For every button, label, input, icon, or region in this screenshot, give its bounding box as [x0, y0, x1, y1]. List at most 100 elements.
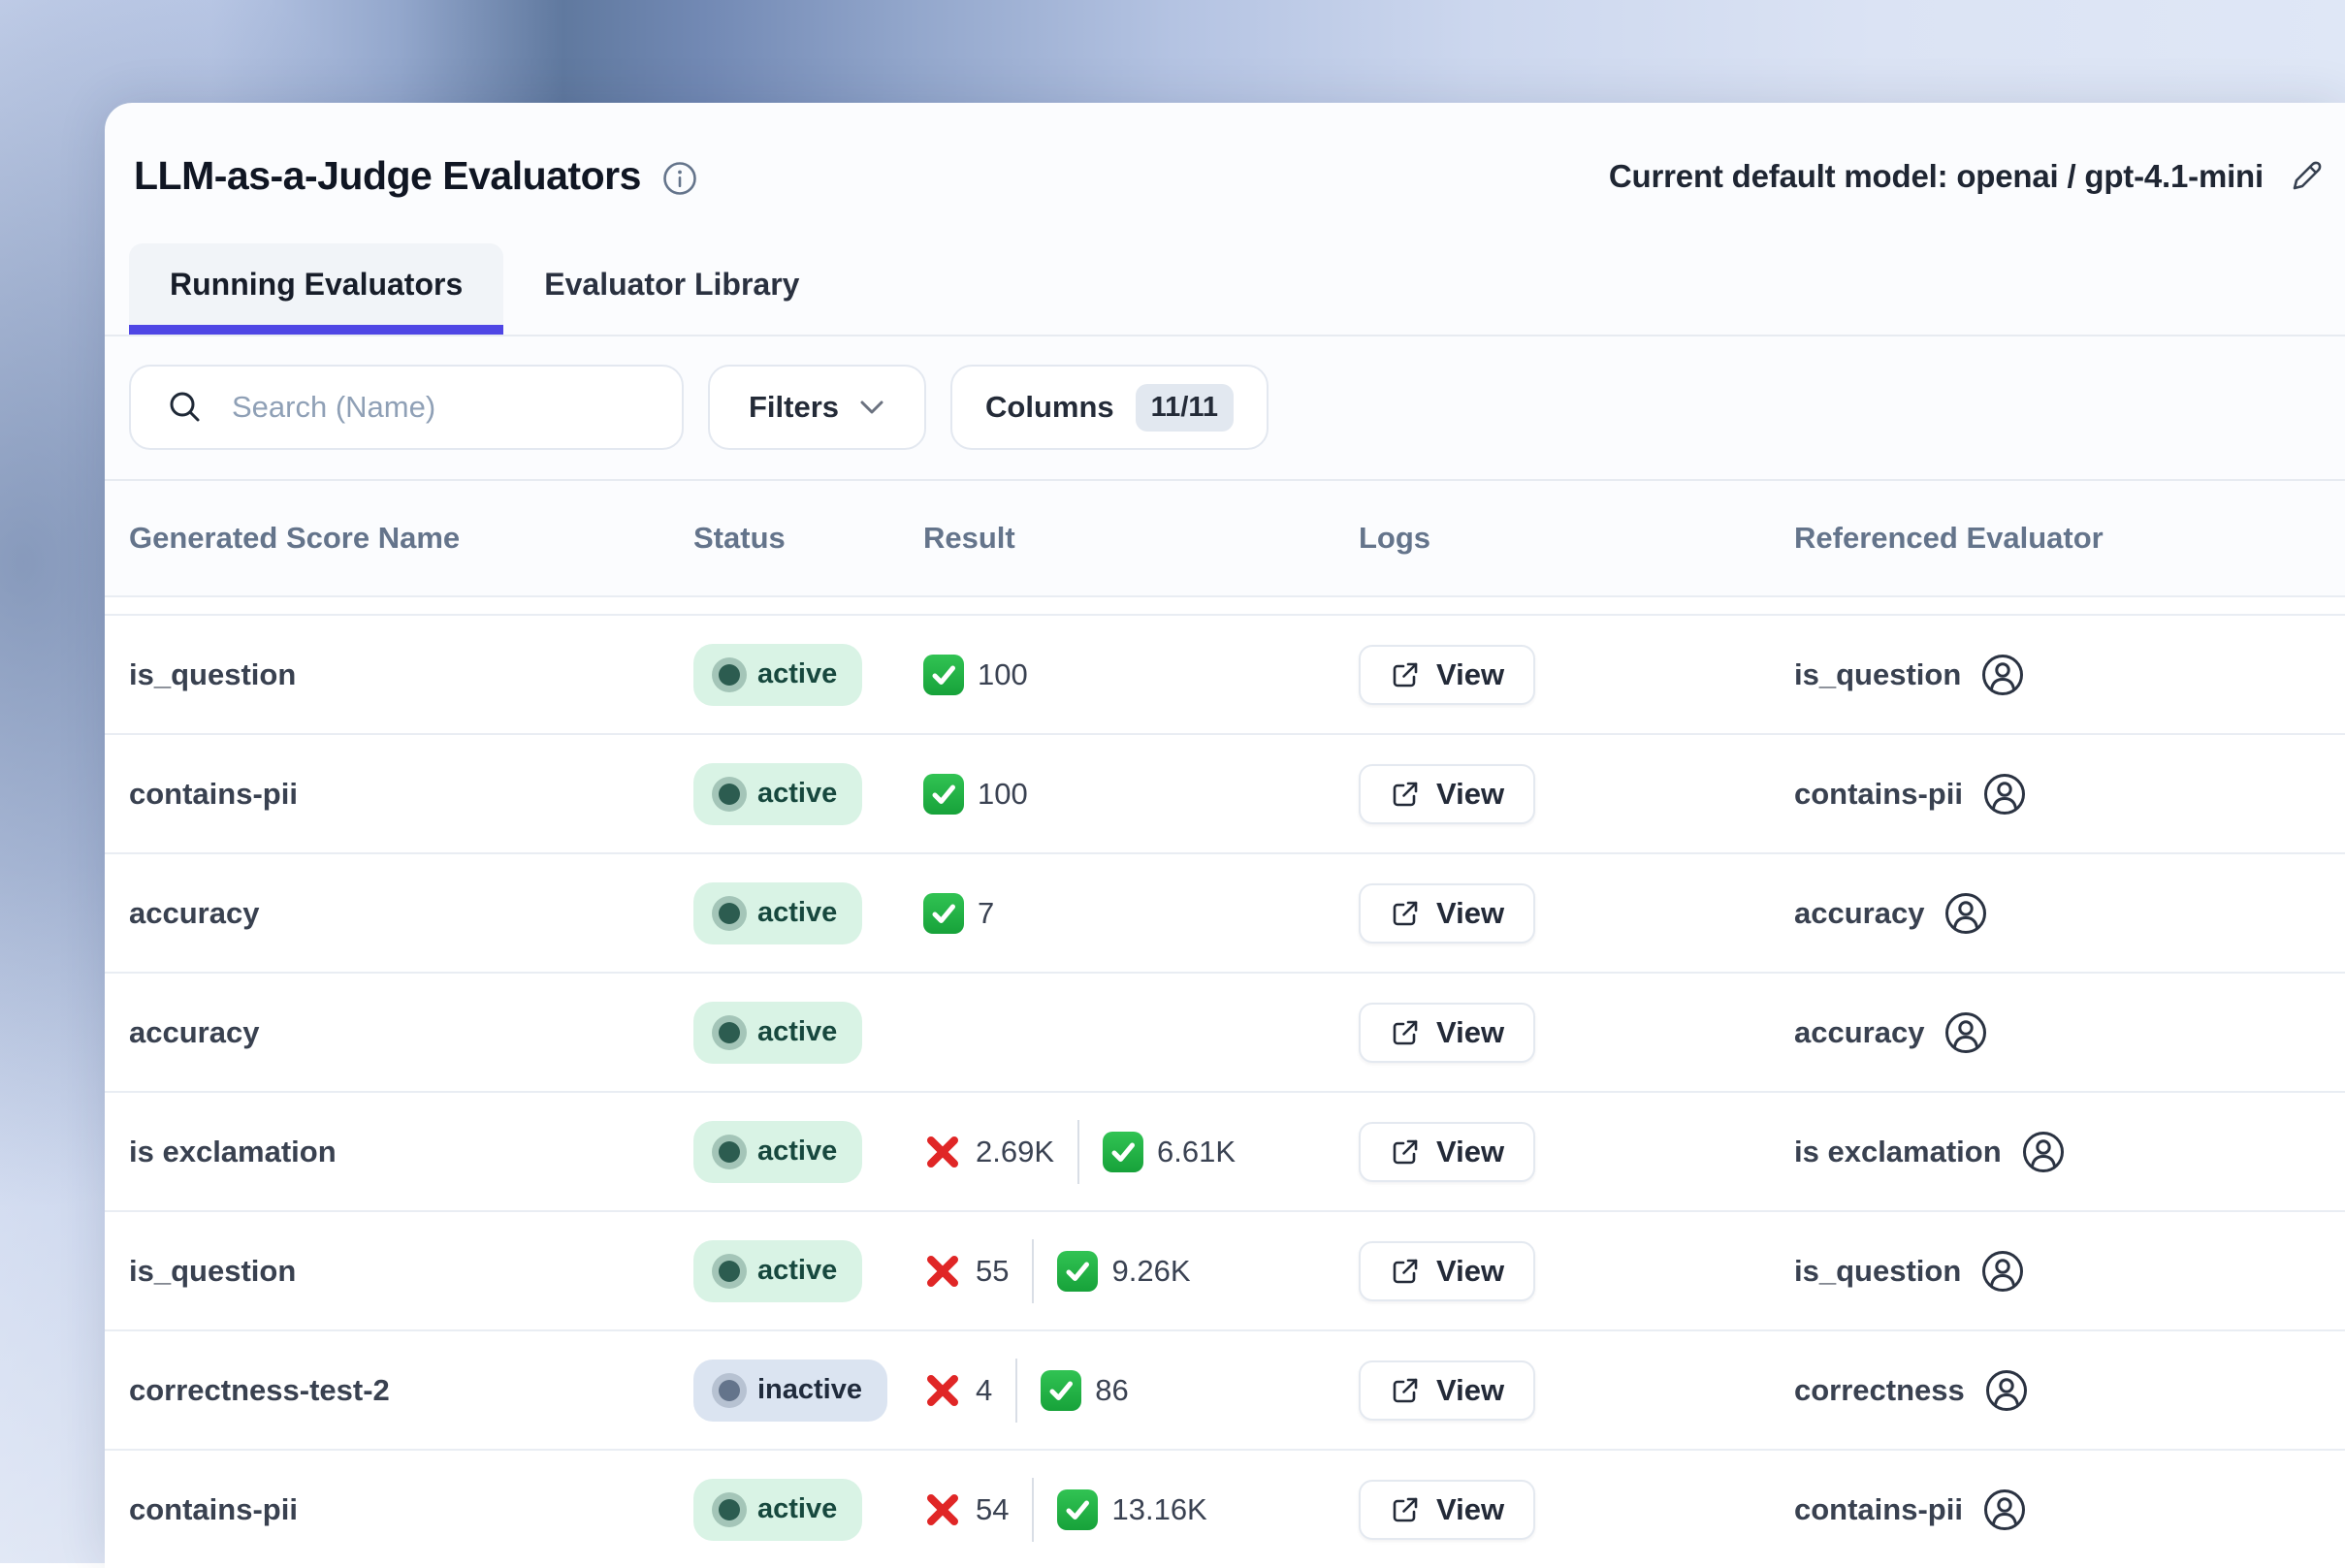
- status-badge: inactive: [693, 1360, 887, 1422]
- column-header-logs: Logs: [1359, 521, 1794, 556]
- table-row[interactable]: correctness-test-2 inactive 4: [105, 1329, 2345, 1449]
- tab-evaluator-library[interactable]: Evaluator Library: [503, 243, 840, 325]
- pass-count: 100: [978, 657, 1028, 692]
- table-row[interactable]: contains-pii active 54: [105, 1449, 2345, 1568]
- search-box[interactable]: [129, 365, 684, 450]
- result-divider: [1032, 1239, 1034, 1303]
- view-logs-button[interactable]: View: [1359, 1122, 1535, 1182]
- table-row[interactable]: is_question active 55: [105, 1210, 2345, 1329]
- evaluators-table: Generated Score Name Status Result Logs …: [105, 479, 2345, 1568]
- view-logs-button[interactable]: View: [1359, 645, 1535, 705]
- cross-mark-icon: [923, 1133, 962, 1171]
- result-divider: [1015, 1359, 1017, 1423]
- info-icon[interactable]: [662, 161, 697, 196]
- pass-count: 9.26K: [1111, 1254, 1190, 1289]
- referenced-evaluator-name: correctness: [1794, 1373, 1965, 1408]
- result-cell: 100: [923, 655, 1359, 695]
- pass-count: 86: [1095, 1373, 1128, 1408]
- search-input[interactable]: [230, 389, 672, 426]
- cross-mark-icon: [923, 1252, 962, 1291]
- column-header-status: Status: [693, 521, 923, 556]
- default-model-info: Current default model: openai / gpt-4.1-…: [1609, 157, 2326, 196]
- filters-label: Filters: [749, 390, 839, 425]
- result-cell: 4 86: [923, 1359, 1359, 1423]
- view-logs-button[interactable]: View: [1359, 1003, 1535, 1063]
- check-mark-icon: [923, 655, 964, 695]
- user-circle-icon: [1980, 1249, 2025, 1294]
- column-header-referenced-evaluator: Referenced Evaluator: [1794, 521, 2345, 556]
- status-dot-icon: [719, 784, 740, 805]
- table-row[interactable]: accuracy active: [105, 852, 2345, 972]
- status-badge: active: [693, 882, 862, 944]
- referenced-evaluator-name: is_question: [1794, 657, 1961, 692]
- fail-count-group: 55: [923, 1252, 1009, 1291]
- fail-count: 2.69K: [976, 1135, 1054, 1169]
- status-badge: active: [693, 1002, 862, 1064]
- status-dot-icon: [719, 1141, 740, 1163]
- table-row[interactable]: accuracy active: [105, 972, 2345, 1091]
- pass-count: 6.61K: [1157, 1135, 1236, 1169]
- status-dot-icon: [719, 1499, 740, 1520]
- view-logs-button[interactable]: View: [1359, 883, 1535, 944]
- column-header-result: Result: [923, 521, 1359, 556]
- page-title: LLM-as-a-Judge Evaluators: [134, 153, 641, 199]
- user-circle-icon: [1943, 891, 1988, 936]
- fail-count: 54: [976, 1492, 1009, 1527]
- view-logs-button[interactable]: View: [1359, 1360, 1535, 1421]
- pass-count-group: 86: [1041, 1370, 1128, 1411]
- status-label: active: [757, 1136, 837, 1168]
- referenced-evaluator-name: accuracy: [1794, 1015, 1924, 1050]
- default-model-label: Current default model: openai / gpt-4.1-…: [1609, 158, 2264, 195]
- status-dot-icon: [719, 903, 740, 924]
- result-cell: 100: [923, 774, 1359, 815]
- view-label: View: [1436, 1254, 1504, 1289]
- columns-count-badge: 11/11: [1136, 384, 1234, 432]
- score-name: correctness-test-2: [105, 1373, 693, 1408]
- user-circle-icon: [1982, 772, 2027, 816]
- table-row[interactable]: contains-pii active: [105, 733, 2345, 852]
- view-label: View: [1436, 1492, 1504, 1527]
- search-icon: [166, 388, 205, 427]
- check-mark-icon: [923, 774, 964, 815]
- referenced-evaluator-name: contains-pii: [1794, 1492, 1963, 1527]
- status-dot-icon: [719, 664, 740, 686]
- status-dot-icon: [719, 1261, 740, 1282]
- pass-count: 7: [978, 896, 994, 931]
- cross-mark-icon: [923, 1371, 962, 1410]
- status-label: active: [757, 1255, 837, 1287]
- status-label: inactive: [757, 1374, 862, 1406]
- external-link-icon: [1390, 1136, 1421, 1168]
- score-name: is_question: [105, 657, 693, 692]
- cross-mark-icon: [923, 1490, 962, 1529]
- columns-button[interactable]: Columns 11/11: [950, 365, 1269, 450]
- fail-count-group: 2.69K: [923, 1133, 1054, 1171]
- filters-button[interactable]: Filters: [708, 365, 926, 450]
- pass-count: 100: [978, 777, 1028, 812]
- panel-header: LLM-as-a-Judge Evaluators Current defaul…: [105, 103, 2345, 199]
- edit-pencil-icon[interactable]: [2287, 157, 2326, 196]
- status-label: active: [757, 1493, 837, 1525]
- status-dot-icon: [719, 1022, 740, 1043]
- result-cell: 54 13.16K: [923, 1478, 1359, 1542]
- pass-count-group: 6.61K: [1103, 1132, 1236, 1172]
- fail-count: 4: [976, 1373, 992, 1408]
- status-label: active: [757, 658, 837, 690]
- view-logs-button[interactable]: View: [1359, 1241, 1535, 1301]
- pass-count: 13.16K: [1111, 1492, 1206, 1527]
- view-label: View: [1436, 1135, 1504, 1169]
- check-mark-icon: [1057, 1251, 1098, 1292]
- table-row[interactable]: is_question active: [105, 614, 2345, 733]
- table-row[interactable]: is exclamation active 2.69K: [105, 1091, 2345, 1210]
- table-toolbar: Filters Columns 11/11: [105, 365, 2345, 450]
- view-logs-button[interactable]: View: [1359, 764, 1535, 824]
- fail-count-group: 54: [923, 1490, 1009, 1529]
- status-label: active: [757, 897, 837, 929]
- pass-count-group: 100: [923, 655, 1028, 695]
- score-name: is_question: [105, 1254, 693, 1289]
- score-name: contains-pii: [105, 777, 693, 812]
- view-label: View: [1436, 777, 1504, 812]
- external-link-icon: [1390, 1494, 1421, 1525]
- view-logs-button[interactable]: View: [1359, 1480, 1535, 1540]
- external-link-icon: [1390, 1375, 1421, 1406]
- tab-running-evaluators[interactable]: Running Evaluators: [129, 243, 503, 325]
